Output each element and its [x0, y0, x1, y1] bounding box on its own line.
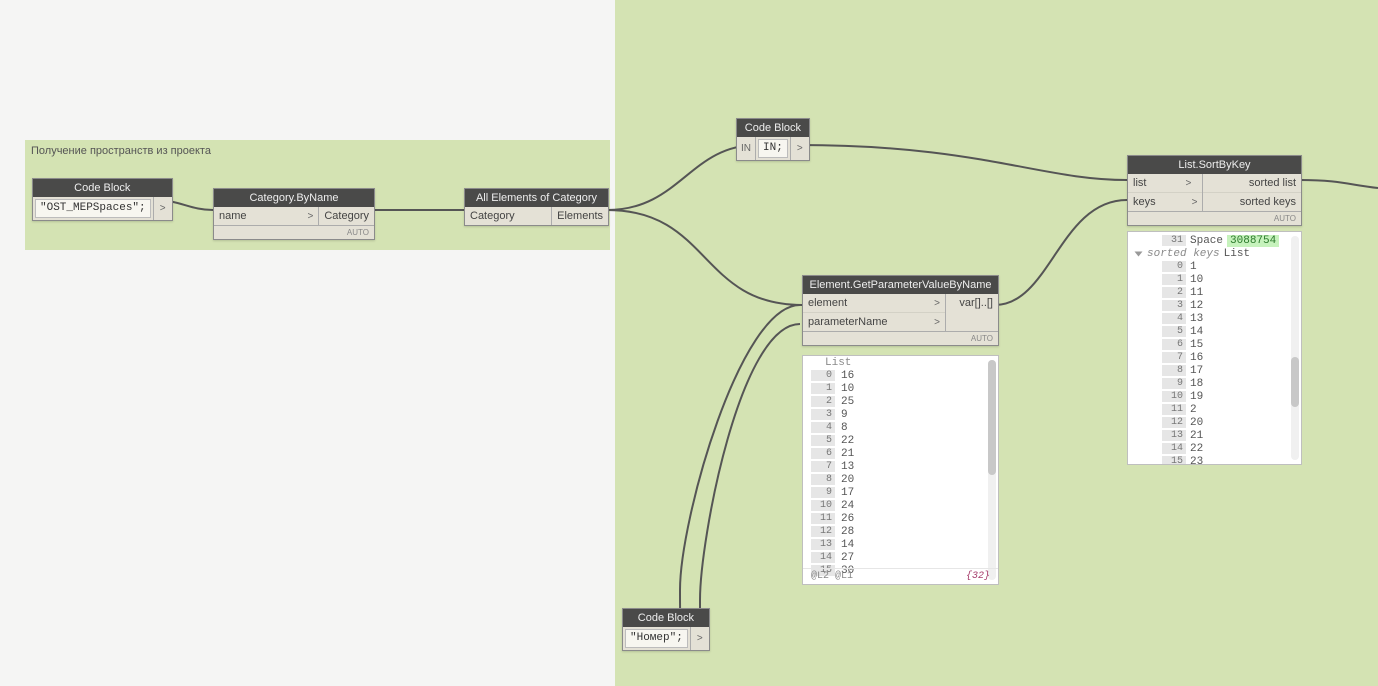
- list-item[interactable]: 817: [1136, 364, 1301, 377]
- preview-panel-sort[interactable]: 31 Space 3088754 sorted keys List 011102…: [1127, 231, 1302, 465]
- output-port[interactable]: >: [790, 137, 809, 160]
- chevron-right-icon: >: [160, 203, 166, 214]
- list-item[interactable]: 112: [1136, 403, 1301, 416]
- list-item[interactable]: 615: [1136, 338, 1301, 351]
- list-item[interactable]: 716: [1136, 351, 1301, 364]
- chevron-right-icon: >: [797, 143, 803, 154]
- list-item[interactable]: 918: [1136, 377, 1301, 390]
- list-item[interactable]: 522: [803, 434, 998, 447]
- list-item[interactable]: 110: [803, 382, 998, 395]
- node-title: Category.ByName: [214, 189, 374, 207]
- list-item[interactable]: 01: [1136, 260, 1301, 273]
- node-title: All Elements of Category: [465, 189, 608, 207]
- output-port-var[interactable]: var[]..[]: [946, 294, 998, 312]
- tree-section: sorted keys List: [1136, 247, 1301, 260]
- list-item[interactable]: 312: [1136, 299, 1301, 312]
- list-item[interactable]: 110: [1136, 273, 1301, 286]
- list-item[interactable]: 39: [803, 408, 998, 421]
- preview-list: 0111021131241351461571681791810191121220…: [1136, 260, 1301, 465]
- chevron-right-icon: >: [1192, 197, 1198, 208]
- tree-row: 31 Space 3088754: [1136, 234, 1301, 247]
- scrollbar-thumb[interactable]: [1291, 357, 1299, 407]
- input-port-parametername[interactable]: parameterName>: [803, 313, 945, 331]
- list-item[interactable]: 1019: [1136, 390, 1301, 403]
- input-port-name[interactable]: name>: [214, 207, 318, 225]
- list-item[interactable]: 1220: [1136, 416, 1301, 429]
- node-title: Code Block: [33, 179, 172, 197]
- chevron-right-icon: >: [934, 298, 940, 309]
- node-title: Code Block: [737, 119, 809, 137]
- list-item[interactable]: 1126: [803, 512, 998, 525]
- list-item[interactable]: 1321: [1136, 429, 1301, 442]
- output-port[interactable]: >: [153, 197, 172, 220]
- list-item[interactable]: 016: [803, 369, 998, 382]
- input-port-list[interactable]: list>: [1128, 174, 1202, 193]
- chevron-right-icon: >: [697, 633, 703, 644]
- node-title: Code Block: [623, 609, 709, 627]
- list-item[interactable]: 820: [803, 473, 998, 486]
- list-item[interactable]: 713: [803, 460, 998, 473]
- node-category-by-name[interactable]: Category.ByName name> Category AUTO: [213, 188, 375, 240]
- node-title: List.SortByKey: [1128, 156, 1301, 174]
- input-port-element[interactable]: element>: [803, 294, 945, 313]
- list-item[interactable]: 1427: [803, 551, 998, 564]
- level-indicator: @L2 @L1: [811, 571, 853, 582]
- preview-header: List: [803, 356, 998, 369]
- list-item[interactable]: 48: [803, 421, 998, 434]
- item-count: {32}: [966, 571, 990, 582]
- lacing-indicator: AUTO: [214, 225, 374, 239]
- scrollbar[interactable]: [1291, 236, 1299, 460]
- code-block-value[interactable]: IN;: [758, 139, 788, 158]
- code-block-value[interactable]: "Номер";: [625, 629, 688, 648]
- node-graph-canvas[interactable]: Получение пространств из проекта Code Bl…: [0, 0, 1378, 686]
- list-item[interactable]: 413: [1136, 312, 1301, 325]
- output-port-elements[interactable]: Elements: [552, 207, 608, 225]
- list-item[interactable]: 1523: [1136, 455, 1301, 465]
- scrollbar-thumb[interactable]: [988, 360, 996, 475]
- preview-footer: @L2 @L1 {32}: [803, 568, 998, 584]
- output-port[interactable]: >: [690, 627, 709, 650]
- chevron-right-icon: >: [1185, 178, 1191, 189]
- list-item[interactable]: 225: [803, 395, 998, 408]
- lacing-indicator: AUTO: [1128, 211, 1301, 225]
- caret-down-icon[interactable]: [1135, 251, 1143, 256]
- list-item[interactable]: 917: [803, 486, 998, 499]
- list-item[interactable]: 1024: [803, 499, 998, 512]
- preview-panel-parameter[interactable]: List 01611022539485226217138209171024112…: [802, 355, 999, 585]
- input-port-category[interactable]: Category: [465, 207, 551, 225]
- list-item[interactable]: 211: [1136, 286, 1301, 299]
- node-title: Element.GetParameterValueByName: [803, 276, 998, 294]
- preview-list: 0161102253948522621713820917102411261228…: [803, 369, 998, 577]
- input-port[interactable]: IN: [737, 137, 756, 160]
- node-code-block-ost[interactable]: Code Block "OST_MEPSpaces"; >: [32, 178, 173, 221]
- chevron-right-icon: >: [934, 317, 940, 328]
- input-port-keys[interactable]: keys>: [1128, 193, 1202, 211]
- lacing-indicator: AUTO: [803, 331, 998, 345]
- list-item[interactable]: 514: [1136, 325, 1301, 338]
- output-port-sorted-list[interactable]: sorted list: [1203, 174, 1301, 193]
- output-port-sorted-keys[interactable]: sorted keys: [1203, 193, 1301, 211]
- list-item[interactable]: 1314: [803, 538, 998, 551]
- output-port-category[interactable]: Category: [319, 207, 374, 225]
- node-list-sort-by-key[interactable]: List.SortByKey list> keys> sorted list s…: [1127, 155, 1302, 226]
- code-block-value[interactable]: "OST_MEPSpaces";: [35, 199, 151, 218]
- list-item[interactable]: 621: [803, 447, 998, 460]
- node-code-block-in[interactable]: Code Block IN IN; >: [736, 118, 810, 161]
- list-item[interactable]: 1228: [803, 525, 998, 538]
- node-all-elements-of-category[interactable]: All Elements of Category Category Elemen…: [464, 188, 609, 226]
- node-code-block-nomer[interactable]: Code Block "Номер"; >: [622, 608, 710, 651]
- node-get-parameter-value-by-name[interactable]: Element.GetParameterValueByName element>…: [802, 275, 999, 346]
- group-title: Получение пространств из проекта: [31, 145, 211, 157]
- chevron-right-icon: >: [308, 211, 314, 222]
- list-item[interactable]: 1422: [1136, 442, 1301, 455]
